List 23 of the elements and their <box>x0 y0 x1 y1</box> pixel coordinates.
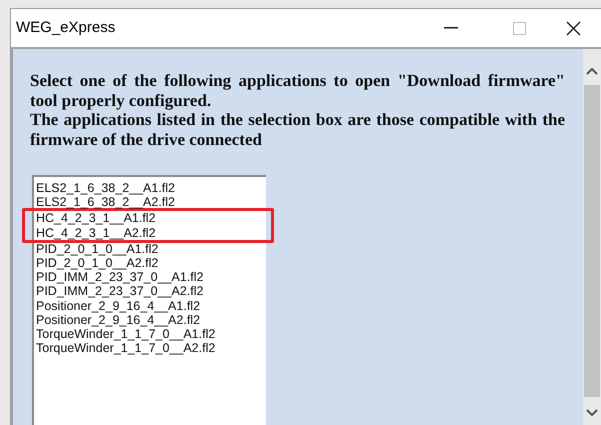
list-item[interactable]: HC_4_2_3_1__A1.fl2 <box>36 211 271 226</box>
window-title: WEG_eXpress <box>16 18 116 38</box>
scroll-thumb[interactable] <box>584 85 600 397</box>
minimize-icon <box>444 27 458 29</box>
scroll-up-icon[interactable] <box>586 67 598 75</box>
instruction-text: Select one of the following applications to open "Download firmware" tool properly configured. <box>30 71 565 110</box>
list-item[interactable]: Positioner_2_9_16_4__A2.fl2 <box>36 312 266 327</box>
maximize-icon <box>512 22 526 34</box>
close-icon <box>566 20 580 36</box>
list-item[interactable]: ELS2_1_6_38_2__A1.fl2 <box>36 181 266 196</box>
list-item[interactable]: PID_2_0_1_0__A2.fl2 <box>36 256 266 270</box>
list-item[interactable]: HC_4_2_3_1__A2.fl2 <box>36 226 271 240</box>
scroll-down-icon[interactable] <box>586 409 598 417</box>
list-item[interactable]: ELS2_1_6_38_2__A2.fl2 <box>36 195 266 210</box>
scrollbar[interactable] <box>583 49 601 425</box>
list-item[interactable]: PID_IMM_2_23_37_0__A2.fl2 <box>36 284 266 298</box>
list-item[interactable]: PID_2_0_1_0__A1.fl2 <box>36 242 266 256</box>
instruction-text: The applications listed in the selection box are those compatible with the firmware of the drive connected <box>30 110 565 149</box>
list-item[interactable]: PID_IMM_2_23_37_0__A1.fl2 <box>36 270 266 284</box>
list-item[interactable]: Positioner_2_9_16_4__A1.fl2 <box>36 298 266 313</box>
list-item[interactable]: TorqueWinder_1_1_7_0__A2.fl2 <box>36 341 266 356</box>
list-item[interactable]: TorqueWinder_1_1_7_0__A1.fl2 <box>36 326 266 342</box>
application-list[interactable] <box>32 175 266 425</box>
